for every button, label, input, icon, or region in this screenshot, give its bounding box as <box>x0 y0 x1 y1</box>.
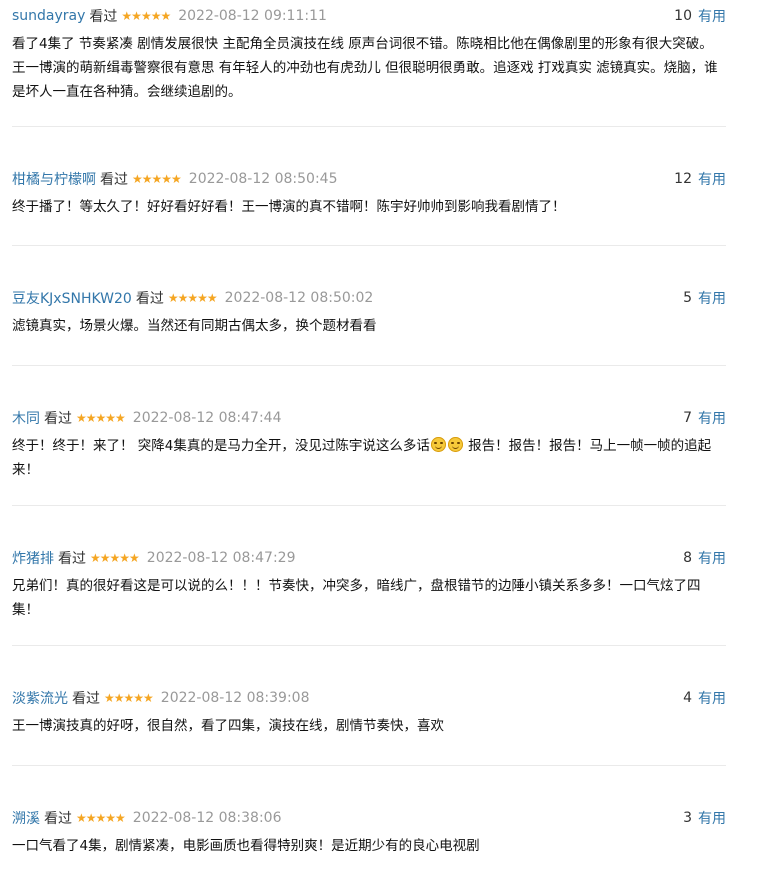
star-rating-icon: ★★★★★ <box>76 411 126 425</box>
comment-text: 王一博演技真的好呀，很自然，看了四集，演技在线，剧情节奏快，喜欢 <box>12 718 444 734</box>
user-name-link[interactable]: 柑橘与柠檬啊 <box>12 169 96 189</box>
comment-text: 终于播了！等太久了！好好看好好看！王一博演的真不错啊！陈宇好帅帅到影响我看剧情了… <box>12 199 566 215</box>
comment-item: 淡紫流光 看过 ★★★★★ 2022-08-12 08:39:08 4 有用 王… <box>12 646 726 766</box>
comment-item: 溯溪 看过 ★★★★★ 2022-08-12 08:38:06 3 有用 一口气… <box>12 766 726 858</box>
useful-count: 5 <box>683 290 692 306</box>
watched-label: 看过 <box>58 551 86 567</box>
useful-count: 7 <box>683 410 692 426</box>
comment-text-part: 终于！终于！来了！ 突降4集真的是马力全开，没见过陈宇说这么多话 <box>12 438 430 454</box>
user-name-link[interactable]: 炸猪排 <box>12 548 54 568</box>
comment-timestamp: 2022-08-12 08:47:44 <box>132 410 282 426</box>
user-name-link[interactable]: 木同 <box>12 408 40 428</box>
comment-text: 滤镜真实，场景火爆。当然还有同期古偶太多，换个题材看看 <box>12 318 377 334</box>
comment-timestamp: 2022-08-12 08:47:29 <box>146 550 296 566</box>
comment-text: 一口气看了4集，剧情紧凑，电影画质也看得特别爽！是近期少有的良心电视剧 <box>12 838 480 854</box>
star-rating-icon: ★★★★★ <box>167 291 218 305</box>
comment-timestamp: 2022-08-12 08:50:45 <box>188 171 338 187</box>
comment-item: 炸猪排 看过 ★★★★★ 2022-08-12 08:47:29 8 有用 兄弟… <box>12 506 726 646</box>
star-rating-icon: ★★★★★ <box>76 811 126 825</box>
comment-header: 柑橘与柠檬啊 看过 ★★★★★ 2022-08-12 08:50:45 12 有… <box>12 163 726 195</box>
comment-header: 淡紫流光 看过 ★★★★★ 2022-08-12 08:39:08 4 有用 <box>12 682 726 714</box>
comment-list: sundayray 看过 ★★★★★ 2022-08-12 09:11:11 1… <box>12 0 726 858</box>
comment-header: 豆友KJxSNHKW20 看过 ★★★★★ 2022-08-12 08:50:0… <box>12 282 726 314</box>
useful-vote-button[interactable]: 有用 <box>698 808 726 828</box>
smirk-face-icon <box>430 437 446 452</box>
watched-label: 看过 <box>89 9 118 25</box>
comment-text: 终于！终于！来了！ 突降4集真的是马力全开，没见过陈宇说这么多话 报告！报告！报… <box>12 434 726 482</box>
useful-count: 8 <box>683 550 692 566</box>
smirk-face-icon <box>447 437 463 452</box>
comment-timestamp: 2022-08-12 08:39:08 <box>160 690 310 706</box>
useful-vote-button[interactable]: 有用 <box>698 408 726 428</box>
comment-header: 炸猪排 看过 ★★★★★ 2022-08-12 08:47:29 8 有用 <box>12 542 726 574</box>
watched-label: 看过 <box>72 691 100 707</box>
comment-item: sundayray 看过 ★★★★★ 2022-08-12 09:11:11 1… <box>12 0 726 127</box>
user-name-link[interactable]: sundayray <box>12 8 85 24</box>
comment-item: 柑橘与柠檬啊 看过 ★★★★★ 2022-08-12 08:50:45 12 有… <box>12 127 726 246</box>
useful-count: 12 <box>674 171 692 187</box>
comment-timestamp: 2022-08-12 08:50:02 <box>224 290 374 306</box>
watched-label: 看过 <box>135 291 164 307</box>
comment-item: 木同 看过 ★★★★★ 2022-08-12 08:47:44 7 有用 终于！… <box>12 366 726 506</box>
comment-text: 兄弟们！真的很好看这是可以说的么！！！节奏快，冲突多，暗线广，盘根错节的边陲小镇… <box>12 578 701 618</box>
star-rating-icon: ★★★★★ <box>132 172 182 186</box>
star-rating-icon: ★★★★★ <box>121 9 171 23</box>
watched-label: 看过 <box>100 172 128 188</box>
comment-timestamp: 2022-08-12 08:38:06 <box>132 810 282 826</box>
star-rating-icon: ★★★★★ <box>90 551 140 565</box>
star-rating-icon: ★★★★★ <box>104 691 154 705</box>
user-name-link[interactable]: 豆友KJxSNHKW20 <box>12 288 132 308</box>
user-name-link[interactable]: 淡紫流光 <box>12 688 68 708</box>
comment-timestamp: 2022-08-12 09:11:11 <box>178 8 327 24</box>
useful-vote-button[interactable]: 有用 <box>698 6 726 26</box>
useful-count: 4 <box>683 690 692 706</box>
useful-count: 3 <box>683 810 692 826</box>
useful-vote-button[interactable]: 有用 <box>698 548 726 568</box>
useful-count: 10 <box>674 8 692 24</box>
comment-text: 看了4集了 节奏紧凑 剧情发展很快 主配角全员演技在线 原声台词很不错。陈晓相比… <box>12 36 718 100</box>
user-name-link[interactable]: 溯溪 <box>12 808 40 828</box>
comment-header: sundayray 看过 ★★★★★ 2022-08-12 09:11:11 1… <box>12 0 726 32</box>
useful-vote-button[interactable]: 有用 <box>698 169 726 189</box>
useful-vote-button[interactable]: 有用 <box>698 288 726 308</box>
comment-header: 木同 看过 ★★★★★ 2022-08-12 08:47:44 7 有用 <box>12 402 726 434</box>
comment-header: 溯溪 看过 ★★★★★ 2022-08-12 08:38:06 3 有用 <box>12 802 726 834</box>
comment-item: 豆友KJxSNHKW20 看过 ★★★★★ 2022-08-12 08:50:0… <box>12 246 726 366</box>
watched-label: 看过 <box>44 411 72 427</box>
watched-label: 看过 <box>44 811 72 827</box>
useful-vote-button[interactable]: 有用 <box>698 688 726 708</box>
